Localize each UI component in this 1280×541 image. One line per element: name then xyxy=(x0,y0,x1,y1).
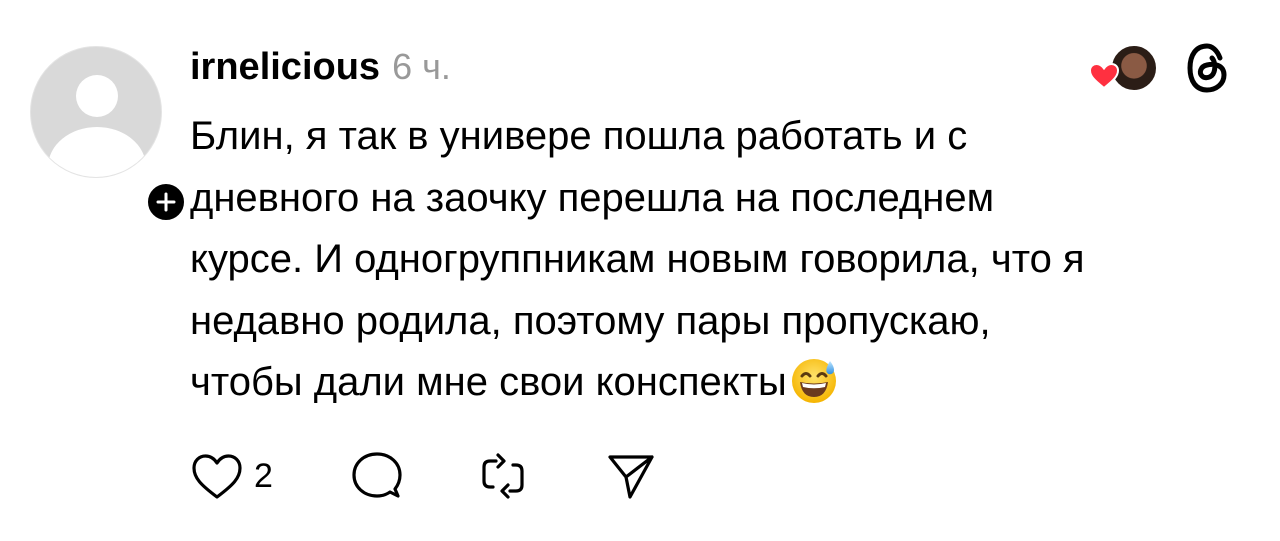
post-text: Блин, я так в универе пошла работать и с… xyxy=(190,106,1250,414)
default-avatar-icon xyxy=(30,46,162,178)
plus-icon xyxy=(156,192,176,212)
post-actions: 2 xyxy=(190,446,670,506)
comment-icon xyxy=(352,452,402,498)
post-text-line: недавно родила, поэтому пары пропускаю, xyxy=(190,298,991,343)
post-text-line: чтобы дали мне свои конспекты xyxy=(190,360,787,404)
post-timestamp: 6 ч. xyxy=(392,46,451,87)
thread-post: irnelicious 6 ч. Блин, я так в универе п… xyxy=(0,0,1280,541)
heart-icon xyxy=(1088,62,1120,90)
follow-button[interactable] xyxy=(144,180,188,224)
post-header: irnelicious 6 ч. xyxy=(190,46,451,89)
liked-by-author xyxy=(1088,42,1160,94)
like-count: 2 xyxy=(254,456,273,495)
like-button[interactable]: 2 xyxy=(190,446,273,506)
grinning-face-with-sweat-icon xyxy=(791,359,836,403)
post-text-line: дневного на заочку перешла на последнем xyxy=(190,175,995,220)
author-avatar[interactable] xyxy=(30,46,188,224)
post-text-last-line: чтобы дали мне свои конспекты xyxy=(190,352,1250,414)
threads-icon[interactable] xyxy=(1182,40,1234,96)
repost-icon xyxy=(482,453,524,499)
heart-outline-icon xyxy=(192,454,242,499)
comment-button[interactable] xyxy=(350,446,404,506)
repost-button[interactable] xyxy=(476,446,530,506)
post-text-line: курсе. И одногруппникам новым говорила, … xyxy=(190,237,1085,281)
post-text-line: Блин, я так в универе пошла работать и с xyxy=(190,114,968,158)
username-link[interactable]: irnelicious xyxy=(190,46,380,89)
share-button[interactable] xyxy=(604,446,658,506)
send-icon xyxy=(608,455,654,499)
